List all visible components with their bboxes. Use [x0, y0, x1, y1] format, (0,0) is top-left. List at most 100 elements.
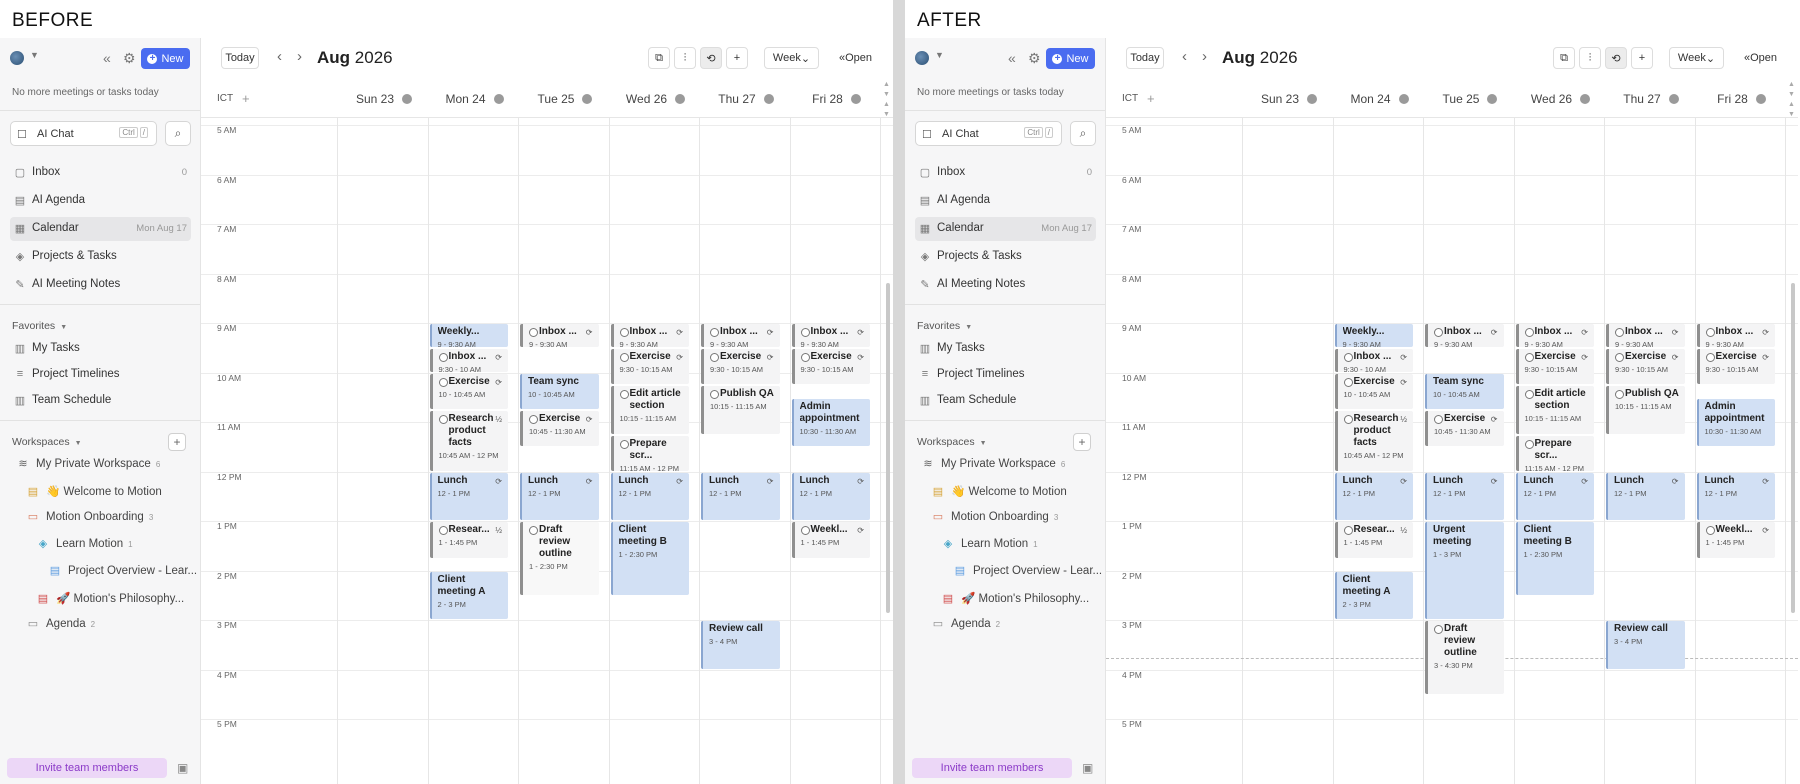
task-event[interactable]: Publish QA 10:15 - 11:15 AM [1606, 386, 1685, 434]
favorites-header[interactable]: Favorites ▼ [12, 320, 67, 332]
calendar-event[interactable]: Team sync 10 - 10:45 AM [1425, 373, 1504, 410]
day-header[interactable]: Fri 28 [792, 92, 882, 106]
filter-icon[interactable]: ⫶ [1579, 47, 1601, 69]
task-event[interactable]: Weekl... 1 - 1:45 PM ⟳ [791, 522, 870, 558]
calendar-event[interactable]: Admin appointment 10:30 - 11:30 AM [1696, 398, 1775, 447]
calendar-event[interactable]: Lunch 12 - 1 PM ⟳ [1606, 472, 1685, 521]
sidebar-item-inbox[interactable]: ▢ Inbox 0 [915, 161, 1096, 185]
book-icon[interactable]: ▣ [1082, 761, 1093, 775]
sidebar-item-ai-meeting-notes[interactable]: ✎ AI Meeting Notes [10, 273, 191, 297]
day-header[interactable]: Fri 28 [1697, 92, 1787, 106]
scroll-arrows[interactable]: ▲ ▼ ▲ ▼ [1788, 80, 1798, 120]
add-workspace-button[interactable]: + [1073, 433, 1091, 451]
task-event[interactable]: Edit article section 10:15 - 11:15 AM [610, 386, 689, 434]
task-event[interactable]: Resear... 1 - 1:45 PM ½ [429, 522, 508, 558]
add-timezone-icon[interactable]: + [242, 91, 250, 106]
day-header[interactable]: Thu 27 [701, 92, 791, 106]
task-event[interactable]: Inbox ... 9:30 - 10 AM ⟳ [429, 349, 508, 372]
task-event[interactable]: Inbox ... 9 - 9:30 AM ⟳ [1425, 324, 1504, 348]
calendar-event[interactable]: Lunch 12 - 1 PM ⟳ [520, 472, 599, 521]
link-icon[interactable]: ⧉ [648, 47, 670, 69]
workspaces-header[interactable]: Workspaces ▼ [917, 436, 987, 448]
task-event[interactable]: Exercise 10:45 - 11:30 AM ⟳ [1425, 411, 1504, 447]
workspace-globe-icon[interactable] [10, 51, 24, 65]
chevron-left-icon[interactable]: ‹ [1182, 48, 1187, 65]
search-button[interactable]: ⌕ [1070, 121, 1096, 146]
task-event[interactable]: Exercise 9:30 - 10:15 AM ⟳ [610, 349, 689, 385]
calendar-event[interactable]: Admin appointment 10:30 - 11:30 AM [791, 398, 870, 447]
favorite-item[interactable]: ▥ Team Schedule [915, 389, 1096, 413]
task-event[interactable]: Exercise 9:30 - 10:15 AM ⟳ [1515, 349, 1594, 385]
scrollbar[interactable] [1791, 283, 1795, 613]
task-event[interactable]: Draft review outline 1 - 2:30 PM [520, 522, 599, 595]
workspace-tree-item[interactable]: ▤ 👋 Welcome to Motion [931, 484, 1067, 498]
workspace-tree-item[interactable]: ≋ My Private Workspace 6 [921, 457, 1065, 470]
workspace-tree-item[interactable]: ▭ Motion Onboarding 3 [26, 510, 153, 523]
calendar-event[interactable]: Lunch 12 - 1 PM ⟳ [701, 472, 780, 521]
task-event[interactable]: Weekl... 1 - 1:45 PM ⟳ [1696, 522, 1775, 558]
add-timezone-icon[interactable]: + [1147, 91, 1155, 106]
scrollbar[interactable] [886, 283, 890, 613]
task-event[interactable]: Research product facts 10:45 AM - 12 PM ½ [1334, 411, 1413, 471]
workspace-tree-item[interactable]: ▤ 🚀 Motion's Philosophy... [941, 591, 1089, 605]
day-header[interactable]: Tue 25 [1425, 92, 1515, 106]
workspace-tree-item[interactable]: ≋ My Private Workspace 6 [16, 457, 160, 470]
chevron-down-icon[interactable]: ▼ [30, 50, 39, 60]
day-header[interactable]: Wed 26 [611, 92, 701, 106]
filter-icon[interactable]: ⫶ [674, 47, 696, 69]
chevron-left-icon[interactable]: ‹ [277, 48, 282, 65]
collapse-sidebar-icon[interactable]: « [103, 50, 111, 66]
favorite-item[interactable]: ≡ Project Timelines [915, 363, 1096, 387]
task-event[interactable]: Inbox ... 9:30 - 10 AM ⟳ [1334, 349, 1413, 372]
task-event[interactable]: Inbox ... 9 - 9:30 AM ⟳ [520, 324, 599, 348]
sidebar-item-calendar[interactable]: ▦ Calendar Mon Aug 17 [915, 217, 1096, 241]
new-button[interactable]: + New [1046, 48, 1095, 69]
favorite-item[interactable]: ▥ My Tasks [915, 337, 1096, 361]
calendar-event[interactable]: Review call 3 - 4 PM [701, 621, 780, 669]
task-event[interactable]: Exercise 10 - 10:45 AM ⟳ [429, 373, 508, 410]
sync-icon[interactable]: ⟲ [1605, 47, 1627, 69]
calendar-event[interactable]: Weekly... 9 - 9:30 AM [1334, 324, 1413, 348]
sidebar-item-projects-tasks[interactable]: ◈ Projects & Tasks [915, 245, 1096, 269]
book-icon[interactable]: ▣ [177, 761, 188, 775]
day-header[interactable]: Sun 23 [1244, 92, 1334, 106]
sidebar-item-inbox[interactable]: ▢ Inbox 0 [10, 161, 191, 185]
workspace-tree-item[interactable]: ▤ 👋 Welcome to Motion [26, 484, 162, 498]
sidebar-item-ai-meeting-notes[interactable]: ✎ AI Meeting Notes [915, 273, 1096, 297]
favorite-item[interactable]: ▥ Team Schedule [10, 389, 191, 413]
workspaces-header[interactable]: Workspaces ▼ [12, 436, 82, 448]
day-header[interactable]: Tue 25 [520, 92, 610, 106]
task-event[interactable]: Exercise 9:30 - 10:15 AM ⟳ [701, 349, 780, 385]
chevron-right-icon[interactable]: › [297, 48, 302, 65]
task-event[interactable]: Exercise 10 - 10:45 AM ⟳ [1334, 373, 1413, 410]
new-button[interactable]: + New [141, 48, 190, 69]
settings-icon[interactable]: ⚙ [1028, 50, 1041, 67]
calendar-grid[interactable]: 5 AM 6 AM 7 AM 8 AM 9 AM 10 AM 11 AM 12 PM 1 PM 2… [201, 118, 893, 784]
sidebar-item-ai-agenda[interactable]: ▤ AI Agenda [10, 189, 191, 213]
favorite-item[interactable]: ▥ My Tasks [10, 337, 191, 361]
workspace-tree-item[interactable]: ▤ Project Overview - Lear... [48, 564, 197, 577]
view-select[interactable]: Week ⌄ [1669, 47, 1724, 69]
calendar-event[interactable]: Lunch 12 - 1 PM ⟳ [1334, 472, 1413, 521]
day-header[interactable]: Mon 24 [1335, 92, 1425, 106]
task-event[interactable]: Inbox ... 9 - 9:30 AM ⟳ [701, 324, 780, 348]
view-select[interactable]: Week ⌄ [764, 47, 819, 69]
task-event[interactable]: Inbox ... 9 - 9:30 AM ⟳ [1606, 324, 1685, 348]
sync-icon[interactable]: ⟲ [700, 47, 722, 69]
workspace-globe-icon[interactable] [915, 51, 929, 65]
favorite-item[interactable]: ≡ Project Timelines [10, 363, 191, 387]
settings-icon[interactable]: ⚙ [123, 50, 136, 67]
add-icon[interactable]: + [1631, 47, 1653, 69]
today-button[interactable]: Today [221, 47, 259, 69]
calendar-event[interactable]: Lunch 12 - 1 PM ⟳ [1425, 472, 1504, 521]
ai-chat-input[interactable]: ☐ AI Chat Ctrl / [915, 121, 1062, 146]
link-icon[interactable]: ⧉ [1553, 47, 1575, 69]
calendar-event[interactable]: Lunch 12 - 1 PM ⟳ [610, 472, 689, 521]
add-workspace-button[interactable]: + [168, 433, 186, 451]
day-header[interactable]: Sun 23 [339, 92, 429, 106]
task-event[interactable]: Inbox ... 9 - 9:30 AM ⟳ [791, 324, 870, 348]
day-header[interactable]: Wed 26 [1516, 92, 1606, 106]
calendar-event[interactable]: Weekly... 9 - 9:30 AM [429, 324, 508, 348]
workspace-tree-item[interactable]: ▤ 🚀 Motion's Philosophy... [36, 591, 184, 605]
workspace-tree-item[interactable]: ▭ Agenda 2 [931, 617, 1000, 630]
